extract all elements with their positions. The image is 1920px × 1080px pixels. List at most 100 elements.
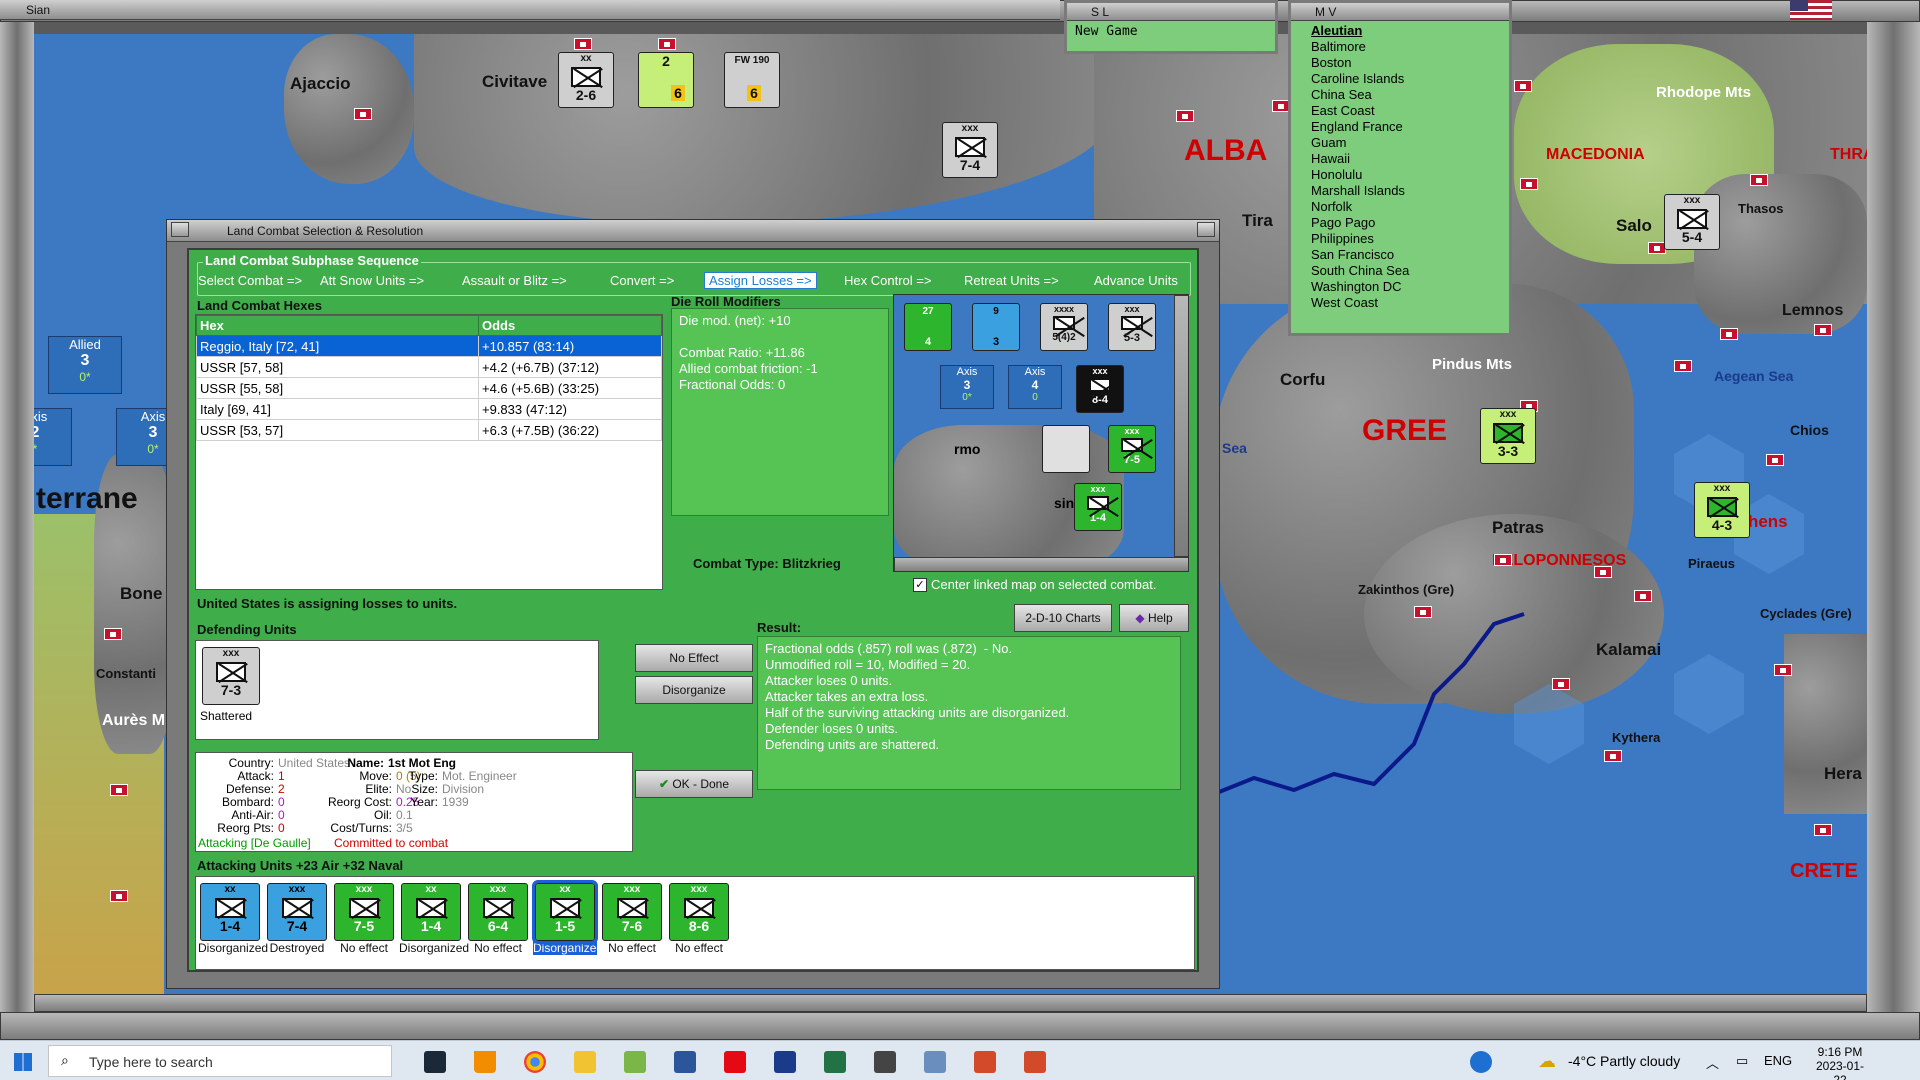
attacking-unit-counter[interactable]: xxx 7-5 <box>334 883 394 941</box>
mini-counter[interactable]: xxx 8-4 <box>1076 365 1124 413</box>
mini-map[interactable]: 27 4 93 xxxx 5(4)2 xxx 5-3 Axis 3 0* Axis 4 0 x… <box>893 294 1189 572</box>
attacking-unit-counter[interactable]: xx 1-4 <box>401 883 461 941</box>
step-att-snow[interactable]: Att Snow Units => <box>320 273 424 288</box>
location-list-item[interactable]: Pago Pago <box>1311 215 1489 231</box>
hex-row[interactable]: Italy [69, 41] +9.833 (47:12) <box>196 398 662 420</box>
attacking-unit[interactable]: xxx 8-6 No effect <box>667 883 731 955</box>
map-counter[interactable]: FW 190 6 <box>724 52 780 108</box>
col-odds[interactable]: Odds <box>478 315 662 336</box>
location-list-item[interactable]: Hawaii <box>1311 151 1489 167</box>
chevron-up-icon[interactable]: ︿ <box>1706 1053 1719 1072</box>
weather-text[interactable]: -4°C Partly cloudy <box>1568 1053 1680 1069</box>
attacking-unit-counter[interactable]: xx 1-5 <box>532 880 598 944</box>
location-list-item[interactable]: Aleutian <box>1311 23 1489 39</box>
location-list-item[interactable]: England France <box>1311 119 1489 135</box>
charts-button[interactable]: 2-D-10 Charts <box>1014 604 1112 632</box>
clock[interactable]: 9:16 PM 2023-01-22 <box>1810 1045 1870 1080</box>
location-list-item[interactable]: Philippines <box>1311 231 1489 247</box>
no-effect-button[interactable]: No Effect <box>635 644 753 672</box>
allied-stack-box[interactable]: Allied 3 0* <box>48 336 122 394</box>
game-icon[interactable] <box>974 1051 996 1073</box>
excel-icon[interactable] <box>824 1051 846 1073</box>
ok-done-button[interactable]: ✔ OK - Done <box>635 770 753 798</box>
map-counter[interactable]: xxx 3-3 <box>1480 408 1536 464</box>
file-explorer-icon[interactable] <box>574 1051 596 1073</box>
hex-row[interactable]: USSR [55, 58] +4.6 (+5.6B) (33:25) <box>196 377 662 399</box>
app-window-icon[interactable] <box>924 1051 946 1073</box>
location-list-item[interactable]: West Coast <box>1311 295 1489 311</box>
hex-row[interactable]: USSR [53, 57] +6.3 (+7.5B) (36:22) <box>196 419 662 441</box>
location-list-item[interactable]: Guam <box>1311 135 1489 151</box>
attacking-unit-counter[interactable]: xxx 8-6 <box>669 883 729 941</box>
game-icon[interactable] <box>1024 1051 1046 1073</box>
location-list-item[interactable]: Honolulu <box>1311 167 1489 183</box>
horizontal-scrollbar[interactable] <box>34 994 1867 1012</box>
disney-icon[interactable] <box>774 1051 796 1073</box>
chrome-icon[interactable] <box>524 1051 546 1073</box>
windows-start-icon[interactable] <box>14 1053 32 1071</box>
attacking-unit[interactable]: xx 1-4 Disorganized <box>198 883 268 955</box>
steam-icon[interactable] <box>424 1051 446 1073</box>
step-retreat-units[interactable]: Retreat Units => <box>964 273 1059 288</box>
attacking-unit-counter[interactable]: xx 1-4 <box>200 883 260 941</box>
attacking-unit[interactable]: xx 1-5 Disorganized <box>532 880 603 955</box>
center-map-checkbox[interactable]: ✓ <box>913 578 927 592</box>
mini-axis-box[interactable]: Axis 4 0 <box>1008 365 1062 409</box>
location-list-item[interactable]: Boston <box>1311 55 1489 71</box>
hex-row[interactable]: Reggio, Italy [72, 41] +10.857 (83:14) <box>196 335 662 357</box>
col-hex[interactable]: Hex <box>196 315 479 336</box>
map-counter[interactable]: 2 6 <box>638 52 694 108</box>
location-list-item[interactable]: Marshall Islands <box>1311 183 1489 199</box>
help-button[interactable]: ◆ Help <box>1119 604 1189 632</box>
netflix-icon[interactable] <box>724 1051 746 1073</box>
map-counter[interactable]: xxx 7-4 <box>942 122 998 178</box>
attacking-unit[interactable]: xxx 7-5 No effect <box>332 883 396 955</box>
location-list-item[interactable]: China Sea <box>1311 87 1489 103</box>
location-list-item[interactable]: Caroline Islands <box>1311 71 1489 87</box>
mini-counter[interactable]: xxx 1-4 <box>1074 483 1122 531</box>
defending-unit-counter[interactable]: xxx 7-3 <box>202 647 260 705</box>
weather-icon[interactable]: ☁ <box>1538 1051 1556 1072</box>
vlc-icon[interactable] <box>474 1051 496 1073</box>
dialog-menu-button[interactable] <box>171 222 189 237</box>
notepad-icon[interactable] <box>624 1051 646 1073</box>
map-counter[interactable]: xx 2-6 <box>558 52 614 108</box>
step-select-combat[interactable]: Select Combat => <box>198 273 302 288</box>
mini-combat-marker[interactable] <box>1042 425 1090 473</box>
search-box[interactable]: ⌕ Type here to search <box>48 1045 392 1077</box>
attacking-unit-counter[interactable]: xxx 7-4 <box>267 883 327 941</box>
lang-indicator[interactable]: ENG <box>1764 1053 1792 1068</box>
attacking-unit[interactable]: xx 1-4 Disorganized <box>399 883 469 955</box>
step-hex-control[interactable]: Hex Control => <box>844 273 931 288</box>
mini-counter[interactable]: xxx 5-3 <box>1108 303 1156 351</box>
disorganize-button[interactable]: Disorganize <box>635 676 753 704</box>
dialog-close-button[interactable] <box>1197 222 1215 237</box>
help-tray-icon[interactable] <box>1470 1051 1492 1073</box>
location-list-item[interactable]: Norfolk <box>1311 199 1489 215</box>
location-list-item[interactable]: San Francisco <box>1311 247 1489 263</box>
location-list-item[interactable]: Baltimore <box>1311 39 1489 55</box>
mini-counter[interactable]: 93 <box>972 303 1020 351</box>
step-assault-blitz[interactable]: Assault or Blitz => <box>462 273 567 288</box>
mini-counter[interactable]: xxx 7-5 <box>1108 425 1156 473</box>
location-list-item[interactable]: Washington DC <box>1311 279 1489 295</box>
hex-row[interactable]: USSR [57, 58] +4.2 (+6.7B) (37:12) <box>196 356 662 378</box>
axis-stack-box[interactable]: Axis2* <box>34 408 72 466</box>
new-game-item[interactable]: New Game <box>1067 21 1275 42</box>
mini-map-hscroll[interactable] <box>894 557 1188 571</box>
attacking-unit-counter[interactable]: xxx 6-4 <box>468 883 528 941</box>
mini-counter[interactable]: xxxx 5(4)2 <box>1040 303 1088 351</box>
mini-axis-box[interactable]: Axis 3 0* <box>940 365 994 409</box>
network-icon[interactable]: ▭ <box>1736 1053 1748 1069</box>
attacking-unit[interactable]: xxx 7-6 No effect <box>600 883 664 955</box>
map-counter[interactable]: xxx 4-3 <box>1694 482 1750 538</box>
word-icon[interactable] <box>674 1051 696 1073</box>
step-assign-losses[interactable]: Assign Losses => <box>704 272 817 289</box>
attacking-unit[interactable]: xxx 7-4 Destroyed <box>265 883 329 955</box>
calculator-icon[interactable] <box>874 1051 896 1073</box>
mini-counter[interactable]: 27 4 <box>904 303 952 351</box>
map-counter[interactable]: xxx 5-4 <box>1664 194 1720 250</box>
location-list-item[interactable]: East Coast <box>1311 103 1489 119</box>
step-advance-units[interactable]: Advance Units <box>1094 273 1178 288</box>
location-list-item[interactable]: South China Sea <box>1311 263 1489 279</box>
